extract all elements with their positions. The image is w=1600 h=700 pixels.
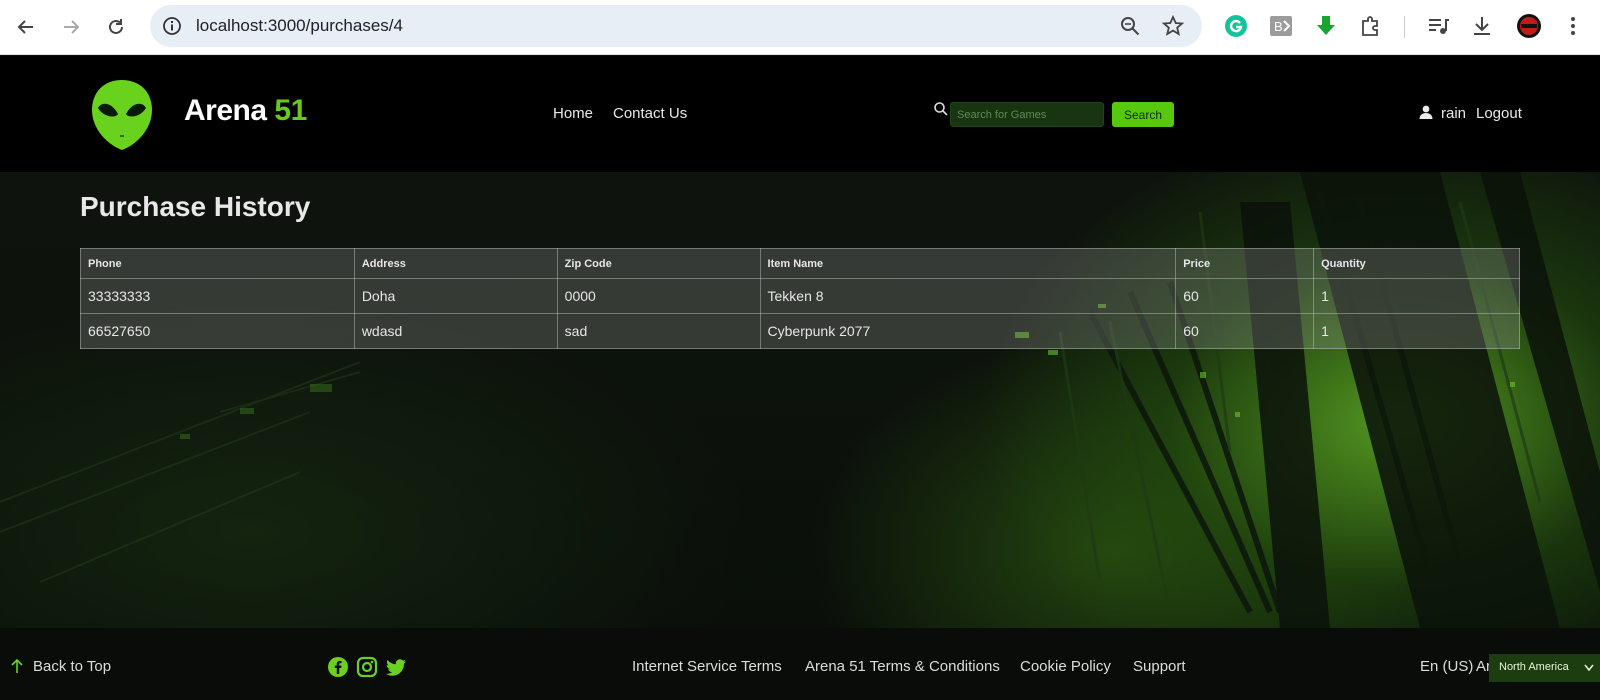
cell-phone: 33333333 (80, 278, 355, 314)
site-info-icon[interactable] (162, 16, 182, 36)
instagram-icon[interactable] (356, 656, 378, 678)
forward-button[interactable] (55, 11, 87, 43)
nav-home[interactable]: Home (553, 105, 593, 122)
brand-main: Arena (184, 94, 267, 127)
browser-menu-icon[interactable] (1560, 13, 1586, 39)
svg-text:B: B (1274, 19, 1283, 34)
back-arrow-icon (17, 20, 33, 34)
facebook-icon[interactable] (327, 656, 349, 678)
site-footer: Back to Top Internet Service Terms Arena… (0, 628, 1600, 700)
reload-icon (109, 19, 123, 34)
page-title: Purchase History (80, 191, 311, 222)
twitter-icon[interactable] (385, 656, 407, 678)
nav-contact-us[interactable]: Contact Us (613, 105, 687, 122)
cell-price: 60 (1175, 278, 1315, 314)
address-bar[interactable]: localhost:3000/purchases/4 (150, 5, 1202, 47)
footer-link-internet-service-terms[interactable]: Internet Service Terms (632, 658, 782, 675)
search-button[interactable]: Search (1112, 102, 1174, 127)
footer-link-terms-conditions[interactable]: Arena 51 Terms & Conditions (805, 658, 1000, 675)
table-row: 33333333 Doha 0000 Tekken 8 60 1 (80, 278, 1520, 314)
table-row: 66527650 wdasd sad Cyberpunk 2077 60 1 (80, 313, 1520, 349)
brand-name[interactable]: Arena 51 (184, 94, 307, 128)
profile-avatar[interactable] (1516, 13, 1542, 39)
footer-link-cookie-policy[interactable]: Cookie Policy (1020, 658, 1111, 675)
table-header-row: Phone Address Zip Code Item Name Price Q… (80, 248, 1520, 279)
user-icon (1419, 105, 1433, 119)
back-button[interactable] (10, 11, 42, 43)
cell-quantity: 1 (1313, 278, 1520, 314)
site-header: Arena 51 Home Contact Us Search rain Log… (0, 56, 1600, 172)
search-icon (934, 102, 948, 116)
cell-item-name: Tekken 8 (759, 278, 1177, 314)
grammarly-icon[interactable] (1223, 13, 1249, 39)
forward-arrow-icon (64, 20, 80, 34)
cell-price: 60 (1175, 313, 1315, 349)
cell-address: Doha (353, 278, 558, 314)
url-text: localhost:3000/purchases/4 (196, 16, 403, 35)
downloads-icon[interactable] (1469, 13, 1495, 39)
reload-button[interactable] (100, 11, 132, 43)
cell-address: wdasd (353, 313, 558, 349)
column-header-zip-code: Zip Code (556, 248, 761, 279)
logout-link[interactable]: Logout (1476, 105, 1522, 122)
column-header-phone: Phone (80, 248, 355, 279)
cell-phone: 66527650 (80, 313, 355, 349)
extension-b-icon[interactable]: B (1268, 13, 1294, 39)
toolbar-divider (1404, 16, 1405, 38)
cell-item-name: Cyberpunk 2077 (759, 313, 1177, 349)
back-to-top-link[interactable]: Back to Top (33, 658, 111, 675)
column-header-quantity: Quantity (1313, 248, 1520, 279)
user-name: rain (1441, 105, 1467, 122)
media-queue-icon[interactable] (1425, 13, 1451, 39)
column-header-item-name: Item Name (759, 248, 1177, 279)
background-artwork (0, 172, 1600, 628)
bookmark-star-icon[interactable] (1162, 15, 1184, 37)
cell-zip-code: sad (556, 313, 761, 349)
cell-quantity: 1 (1313, 313, 1520, 349)
arrow-up-icon[interactable] (10, 658, 24, 674)
alien-logo-icon[interactable] (90, 78, 154, 152)
column-header-address: Address (353, 248, 558, 279)
cell-zip-code: 0000 (556, 278, 761, 314)
purchase-table: Phone Address Zip Code Item Name Price Q… (80, 248, 1520, 349)
browser-toolbar: localhost:3000/purchases/4 B (0, 0, 1600, 55)
search-input[interactable] (950, 102, 1104, 127)
extensions-puzzle-icon[interactable] (1358, 13, 1384, 39)
download-extension-icon[interactable] (1313, 13, 1339, 39)
brand-accent: 51 (274, 94, 307, 127)
chevron-down-icon (1584, 664, 1594, 672)
region-select-value: North America (1499, 661, 1569, 673)
language-label[interactable]: En (US) (1420, 658, 1473, 675)
footer-link-support[interactable]: Support (1133, 658, 1186, 675)
column-header-price: Price (1175, 248, 1315, 279)
zoom-icon[interactable] (1119, 15, 1141, 37)
purchase-history-section: Purchase History Phone Address Zip Code … (0, 172, 1600, 628)
